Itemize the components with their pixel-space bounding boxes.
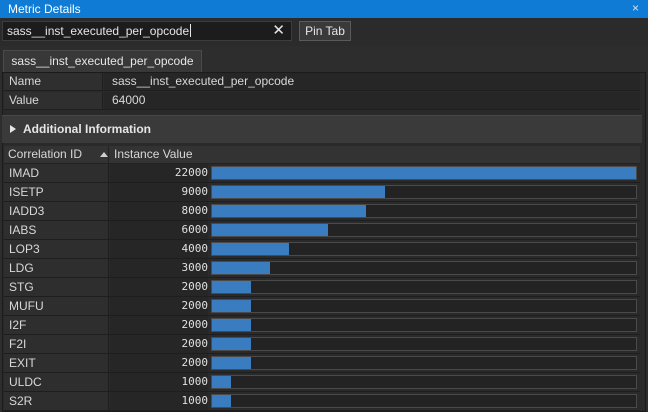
table-row[interactable]: ISETP 9000 [4,183,640,202]
table-row[interactable]: ULDC 1000 [4,373,640,392]
value-bar [212,205,366,217]
search-value: sass__inst_executed_per_opcode [7,24,192,38]
value-bar-track [211,280,637,294]
search-input[interactable]: sass__inst_executed_per_opcode ✕ [2,21,292,41]
value-bar [212,319,251,331]
correlation-id: ULDC [4,373,109,391]
tab-metric[interactable]: sass__inst_executed_per_opcode [3,50,202,72]
property-value: sass__inst_executed_per_opcode [104,73,640,90]
table-row[interactable]: LOP3 4000 [4,240,640,259]
column-header-correlation-id[interactable]: Correlation ID [4,146,109,163]
additional-information-header[interactable]: Additional Information [2,115,642,143]
value-bar-track [211,223,637,237]
correlation-id: LDG [4,259,109,277]
correlation-id: F2I [4,335,109,353]
correlation-id: MUFU [4,297,109,315]
value-bar-track [211,185,637,199]
table-row[interactable]: EXIT 2000 [4,354,640,373]
column-label: Correlation ID [8,147,83,161]
clear-icon[interactable]: ✕ [272,21,285,39]
instance-value: 2000 [110,297,208,315]
value-bar-track [211,242,637,256]
value-bar [212,224,328,236]
instance-value: 4000 [110,240,208,258]
value-bar-track [211,337,637,351]
instance-value: 2000 [110,316,208,334]
pin-tab-button[interactable]: Pin Tab [299,21,351,41]
search-text: sass__inst_executed_per_opcode [7,24,190,38]
table-row[interactable]: I2F 2000 [4,316,640,335]
value-bar [212,300,251,312]
correlation-id: IMAD [4,164,109,182]
instance-value: 2000 [110,278,208,296]
expand-arrow-icon[interactable] [10,125,16,133]
value-bar [212,357,251,369]
instance-value: 1000 [110,373,208,391]
correlation-id: EXIT [4,354,109,372]
table-row[interactable]: IMAD 22000 [4,164,640,183]
value-bar [212,395,231,407]
correlation-id: ISETP [4,183,109,201]
value-bar-track [211,204,637,218]
value-bar-track [211,261,637,275]
value-bar-track [211,318,637,332]
correlation-id: LOP3 [4,240,109,258]
table-row[interactable]: LDG 3000 [4,259,640,278]
instance-value: 22000 [110,164,208,182]
correlation-id: IABS [4,221,109,239]
value-bar-track [211,356,637,370]
table-row[interactable]: S2R 1000 [4,392,640,411]
sort-ascending-icon [100,152,108,157]
property-row-name: Name sass__inst_executed_per_opcode [4,73,640,91]
value-bar-track [211,166,637,180]
section-label: Additional Information [23,122,151,136]
value-bar [212,338,251,350]
close-icon[interactable]: × [632,1,639,15]
table-row[interactable]: MUFU 2000 [4,297,640,316]
value-bar [212,262,270,274]
title-bar: Metric Details × [0,0,648,18]
table-row[interactable]: IABS 6000 [4,221,640,240]
instance-value: 3000 [110,259,208,277]
value-bar-track [211,375,637,389]
text-caret [190,24,192,37]
table-row[interactable]: STG 2000 [4,278,640,297]
correlation-id: IADD3 [4,202,109,220]
property-key: Value [4,92,103,109]
table-row[interactable]: F2I 2000 [4,335,640,354]
instance-value: 2000 [110,335,208,353]
correlation-id: S2R [4,392,109,410]
value-bar [212,281,251,293]
table-header: Correlation ID Instance Value [4,146,640,164]
instance-value: 2000 [110,354,208,372]
correlation-id: I2F [4,316,109,334]
table-row[interactable]: IADD3 8000 [4,202,640,221]
property-row-value: Value 64000 [4,92,640,110]
value-bar-track [211,394,637,408]
correlation-id: STG [4,278,109,296]
value-bar [212,243,289,255]
property-value: 64000 [104,92,640,109]
property-key: Name [4,73,103,90]
instance-value: 9000 [110,183,208,201]
instance-value: 6000 [110,221,208,239]
value-bar [212,376,231,388]
window-title: Metric Details [8,2,81,16]
column-header-instance-value[interactable]: Instance Value [110,146,193,163]
instance-value: 8000 [110,202,208,220]
value-bar-track [211,299,637,313]
instance-value: 1000 [110,392,208,410]
value-bar [212,167,636,179]
value-bar [212,186,385,198]
